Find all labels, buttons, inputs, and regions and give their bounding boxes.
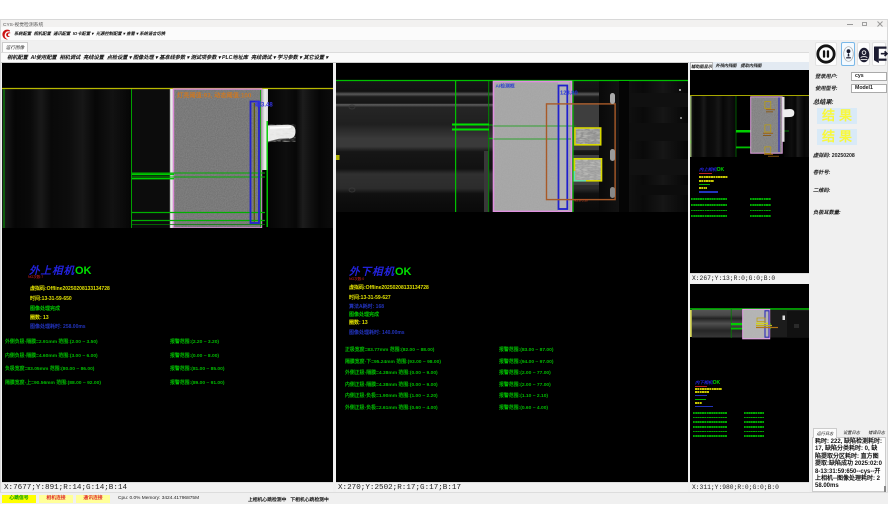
svg-text:N3.8 0.30: N3.8 0.30	[574, 199, 588, 203]
svg-text:灯亮阈值:93, 动态阈值:100: 灯亮阈值:93, 动态阈值:100	[177, 92, 252, 100]
svg-text:123.80: 123.80	[560, 91, 578, 97]
svg-text:礀3.48: 礀3.48	[254, 101, 273, 109]
svg-text:AI检测框: AI检测框	[496, 83, 515, 90]
